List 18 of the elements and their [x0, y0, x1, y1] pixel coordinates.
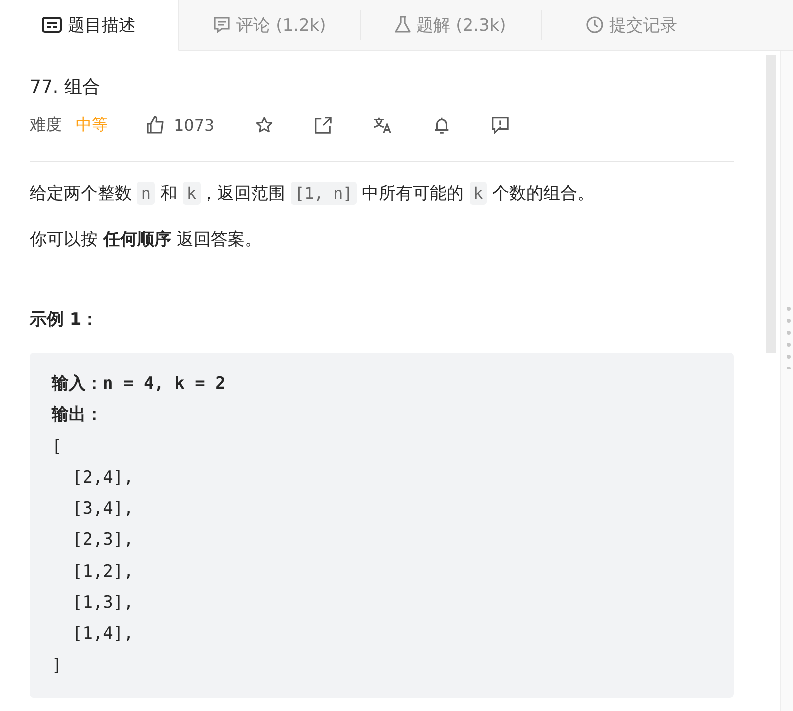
code-line: [2,4],: [71, 466, 135, 490]
difficulty-label: 难度: [30, 114, 62, 136]
code-line: [1,3],: [71, 592, 135, 616]
code-line: 输入：n = 4, k = 2: [52, 373, 227, 396]
problem-title: 77. 组合: [30, 76, 102, 99]
code-line: [1,4],: [71, 623, 135, 646]
code-line: [1,2],: [71, 560, 135, 584]
code-line: [: [52, 436, 64, 459]
statement-paragraph: 给定两个整数 n 和 k ，返回范围 [1, n] 中所有可能的 k 个数的组合。: [30, 181, 596, 207]
code-line: 输出：: [52, 404, 104, 428]
difficulty-value: 中等: [76, 114, 108, 136]
code-line: [3,4],: [71, 498, 135, 522]
like-button[interactable]: 1073: [146, 115, 215, 135]
code-line: ]: [52, 654, 64, 678]
code-line: [2,3],: [71, 529, 135, 552]
statement-paragraph: 你可以按 任何顺序 返回答案。: [30, 229, 263, 252]
tab[interactable]: 题目描述: [0, 0, 179, 51]
example-title: 示例 1：: [30, 309, 100, 331]
